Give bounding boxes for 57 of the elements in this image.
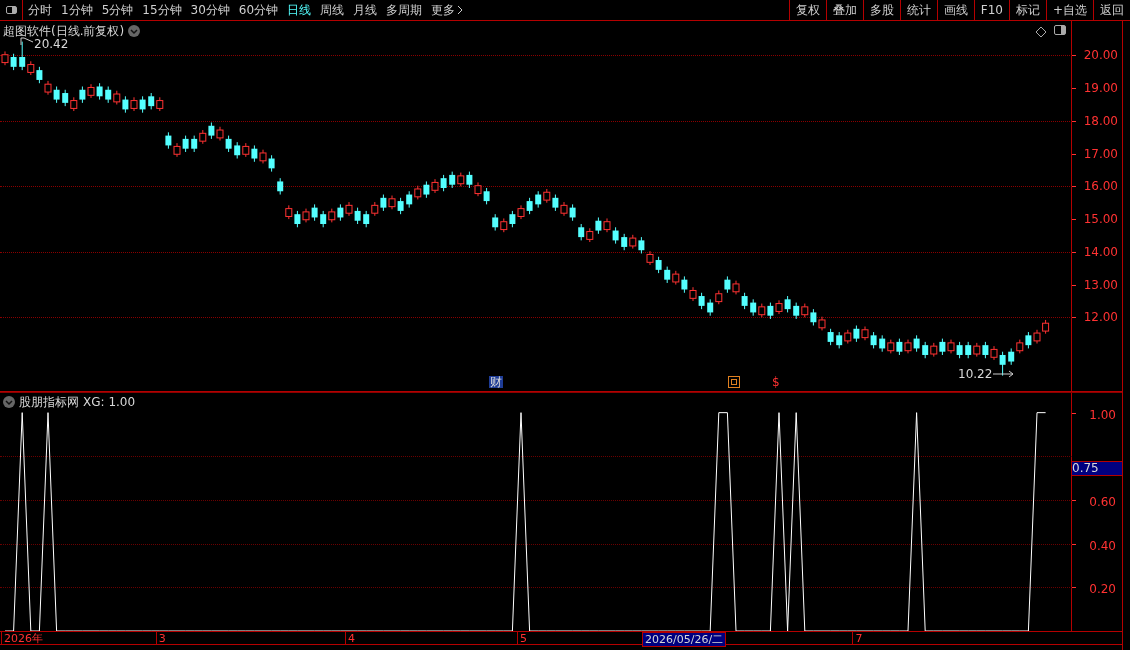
- panel-toggle-icon[interactable]: [1054, 25, 1066, 35]
- chart-title: 超图软件(日线.前复权): [3, 23, 125, 39]
- period-tab[interactable]: 日线: [287, 1, 312, 19]
- y-axis-label: 15.00: [1083, 213, 1118, 226]
- y-axis-label: 0.60: [1089, 496, 1116, 508]
- high-price-label: 20.42: [34, 38, 69, 50]
- period-tab[interactable]: 5分钟: [101, 1, 134, 19]
- event-mark[interactable]: $: [771, 376, 781, 388]
- y-axis-label: 0.20: [1089, 583, 1116, 596]
- period-tab[interactable]: 周线: [320, 1, 345, 19]
- period-tab[interactable]: 分时: [28, 1, 52, 19]
- toolbar-button[interactable]: 标记: [1008, 0, 1046, 20]
- chevron-right-icon: [457, 5, 464, 15]
- toolbar-button[interactable]: F10: [973, 0, 1009, 20]
- arrow-icon: [993, 370, 1016, 378]
- candlestick: [999, 351, 1006, 377]
- square-mark-icon[interactable]: [728, 376, 740, 388]
- toolbar-button[interactable]: +自选: [1045, 0, 1093, 20]
- collapse-icon[interactable]: [3, 396, 15, 408]
- y-axis-label: 14.00: [1083, 245, 1118, 258]
- y-axis-label: 18.00: [1083, 114, 1118, 127]
- indicator-reading: XG: 1.00: [83, 394, 136, 411]
- period-tab[interactable]: 多周期: [386, 1, 423, 19]
- toolbar-button[interactable]: 画线: [936, 0, 974, 20]
- y-axis-label: 0.40: [1089, 539, 1116, 552]
- date-axis-label: 7: [852, 632, 863, 645]
- leader-line: [20, 36, 34, 46]
- y-axis-label: 20.00: [1083, 49, 1118, 62]
- date-axis-label: 5: [517, 632, 527, 645]
- candlestick: [19, 41, 26, 71]
- toolbar-button[interactable]: 统计: [899, 0, 937, 20]
- y-axis-label: 16.00: [1083, 180, 1118, 193]
- period-tab[interactable]: 30分钟: [190, 1, 230, 19]
- y-axis-label: 17.00: [1083, 147, 1118, 160]
- period-tab[interactable]: 60分钟: [238, 1, 279, 19]
- period-tab[interactable]: 1分钟: [61, 1, 93, 19]
- y-axis-label: 12.00: [1083, 311, 1118, 324]
- dropdown-icon[interactable]: [128, 25, 141, 37]
- y-axis-label: 1.00: [1089, 408, 1116, 421]
- y-axis-label: 19.00: [1083, 82, 1118, 95]
- toolbar-button[interactable]: 叠加: [825, 0, 863, 20]
- toolbar-button[interactable]: 返回: [1093, 0, 1130, 20]
- toolbar-button[interactable]: 复权: [788, 0, 826, 20]
- cursor-date-label: 2026/05/26/二: [642, 632, 727, 647]
- period-tab[interactable]: 月线: [353, 1, 378, 19]
- cursor-value-label: 0.75: [1072, 460, 1122, 476]
- low-price-label: 10.22: [958, 368, 993, 380]
- period-tab[interactable]: 更多: [431, 1, 464, 19]
- date-axis-label: 2026年: [1, 632, 43, 645]
- period-tab[interactable]: 15分钟: [142, 1, 182, 19]
- indicator-title: 股朋指标网: [19, 394, 79, 411]
- date-axis-label: 3: [155, 632, 166, 645]
- event-mark[interactable]: 财: [489, 376, 503, 388]
- date-axis-label: 4: [345, 632, 355, 645]
- y-axis-label: 13.00: [1083, 278, 1118, 291]
- diamond-icon[interactable]: [1035, 26, 1047, 38]
- toolbar-button[interactable]: 多股: [862, 0, 900, 20]
